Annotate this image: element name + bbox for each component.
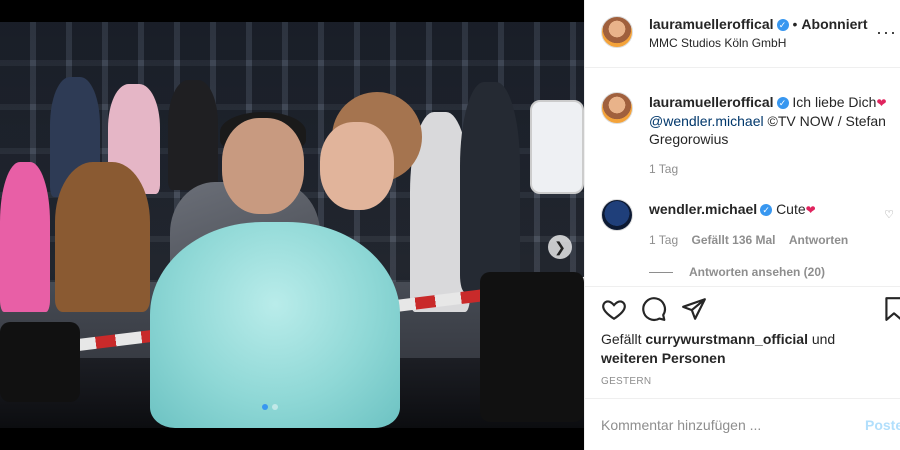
caption-mention[interactable]: @wendler.michael xyxy=(649,113,764,129)
view-replies-row[interactable]: Antworten ansehen (20) xyxy=(649,265,895,279)
verified-badge-icon: ✓ xyxy=(776,18,789,31)
caption-time[interactable]: 1 Tag xyxy=(649,162,895,176)
caption-avatar[interactable] xyxy=(601,92,633,124)
share-icon[interactable] xyxy=(681,296,707,322)
verified-badge-icon: ✓ xyxy=(760,204,773,217)
bookmark-icon[interactable] xyxy=(881,296,900,322)
heart-emoji-icon: ❤ xyxy=(876,96,887,110)
post-photo-area: ❯ xyxy=(0,0,584,450)
woman-dress xyxy=(150,222,400,428)
post-side-panel: lauramuelleroffical ✓ • Abonniert MMC Studi… xyxy=(584,0,900,450)
liked-by: Gefällt currywurstmann_official und weit… xyxy=(601,330,835,368)
comment-text: Cute xyxy=(776,201,806,217)
follow-button[interactable]: Abonniert xyxy=(801,16,867,32)
chevron-right-icon: ❯ xyxy=(554,239,566,255)
comment-likes[interactable]: Gefällt 136 Mal xyxy=(691,233,775,247)
caption: lauramuelleroffical ✓ Ich liebe Dich❤ @we… xyxy=(649,93,895,176)
liked-by-others[interactable]: weiteren Personen xyxy=(601,350,726,366)
liked-by-suffix: und xyxy=(811,331,836,347)
comment: wendler.michael ✓ Cute❤ 1 Tag Gefällt 136… xyxy=(649,200,895,279)
audience-person xyxy=(0,162,50,312)
post-header: lauramuelleroffical ✓ • Abonniert MMC Studi… xyxy=(585,0,900,68)
audience-person xyxy=(168,80,218,190)
comment-meta-row: 1 Tag Gefällt 136 Mal Antworten xyxy=(649,233,895,247)
caption-text: Ich liebe Dich xyxy=(792,94,877,110)
author-username[interactable]: lauramuelleroffical xyxy=(649,16,774,32)
audience-person xyxy=(460,82,520,292)
post-location[interactable]: MMC Studios Köln GmbH xyxy=(649,36,786,50)
woman-face xyxy=(320,122,394,210)
camera-monitor xyxy=(530,100,584,194)
reply-line xyxy=(649,272,673,274)
reply-button[interactable]: Antworten xyxy=(789,233,848,247)
carousel-dots xyxy=(262,404,278,410)
author-avatar[interactable] xyxy=(601,16,633,48)
caption-username[interactable]: lauramuelleroffical xyxy=(649,94,774,110)
man-face xyxy=(222,118,304,214)
comment-username[interactable]: wendler.michael xyxy=(649,201,757,217)
actions-divider xyxy=(585,286,900,287)
comment-input[interactable]: Kommentar hinzufügen ... xyxy=(601,417,761,433)
audience-person xyxy=(55,162,150,312)
separator-dot: • xyxy=(792,16,798,32)
post-comment-button[interactable]: Posten xyxy=(865,417,900,433)
comment-icon[interactable] xyxy=(641,296,667,322)
camera-right xyxy=(480,272,584,422)
heart-emoji-icon: ❤ xyxy=(805,203,816,217)
comment-heart-icon[interactable]: ♡ xyxy=(884,208,894,221)
view-replies-button[interactable]: Antworten ansehen (20) xyxy=(689,265,825,279)
more-options-icon[interactable]: ··· xyxy=(876,22,897,43)
header-title-row: lauramuelleroffical ✓ • Abonniert xyxy=(649,16,868,34)
comment-time[interactable]: 1 Tag xyxy=(649,233,678,247)
carousel-dot xyxy=(272,404,278,410)
add-comment-bar: Kommentar hinzufügen ... Posten xyxy=(585,398,900,450)
carousel-next-button[interactable]: ❯ xyxy=(548,235,572,259)
carousel-dot xyxy=(262,404,268,410)
liked-by-prefix: Gefällt xyxy=(601,331,642,347)
post-date[interactable]: GESTERN xyxy=(601,376,651,387)
camera-left xyxy=(0,322,80,402)
liked-by-user[interactable]: currywurstmann_official xyxy=(645,331,808,347)
heart-icon[interactable] xyxy=(601,296,627,322)
post-photo[interactable]: ❯ xyxy=(0,22,584,428)
commenter-avatar[interactable] xyxy=(601,199,633,231)
verified-badge-icon: ✓ xyxy=(776,97,789,110)
